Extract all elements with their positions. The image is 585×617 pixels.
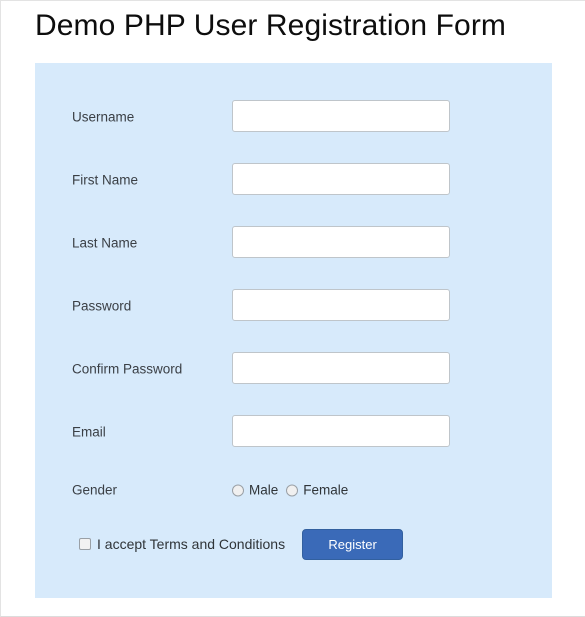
label-email: Email — [72, 424, 106, 440]
label-confirm-password: Confirm Password — [72, 361, 183, 377]
terms-checkbox-group[interactable]: I accept Terms and Conditions — [79, 536, 285, 552]
gender-option-female[interactable]: Female — [286, 483, 348, 498]
label-username: Username — [72, 109, 135, 125]
form-row-username: Username — [35, 100, 552, 134]
form-row-confirm-password: Confirm Password — [35, 352, 552, 386]
terms-label: I accept Terms and Conditions — [97, 536, 286, 552]
registration-form-panel: Username First Name Last Name Password C… — [35, 63, 552, 598]
input-confirm-password[interactable] — [232, 352, 450, 384]
form-row-gender: Gender Male Female — [35, 473, 552, 507]
radio-icon-male[interactable] — [232, 484, 244, 496]
label-gender: Gender — [72, 482, 118, 498]
form-row-password: Password — [35, 289, 552, 323]
gender-label-female: Female — [303, 482, 349, 498]
label-last-name: Last Name — [72, 235, 138, 251]
register-button[interactable]: Register — [302, 528, 404, 560]
page-title: Demo PHP User Registration Form — [35, 9, 507, 42]
input-first-name[interactable] — [232, 163, 450, 195]
form-row-email: Email — [35, 415, 552, 449]
radio-icon-female[interactable] — [286, 484, 299, 496]
input-email[interactable] — [232, 415, 450, 447]
form-row-last-name: Last Name — [35, 226, 552, 260]
input-username[interactable] — [232, 100, 450, 132]
form-row-terms-submit: I accept Terms and Conditions Register — [35, 524, 552, 564]
label-first-name: First Name — [72, 172, 139, 188]
input-password[interactable] — [232, 289, 450, 321]
registration-page: Demo PHP User Registration Form Username… — [0, 0, 585, 617]
gender-option-male[interactable]: Male — [232, 483, 278, 498]
gender-label-male: Male — [249, 482, 279, 498]
input-last-name[interactable] — [232, 226, 450, 258]
gender-radio-group: Male Female — [232, 483, 348, 498]
checkbox-icon-terms[interactable] — [79, 538, 91, 550]
label-password: Password — [72, 298, 132, 314]
form-row-first-name: First Name — [35, 163, 552, 197]
